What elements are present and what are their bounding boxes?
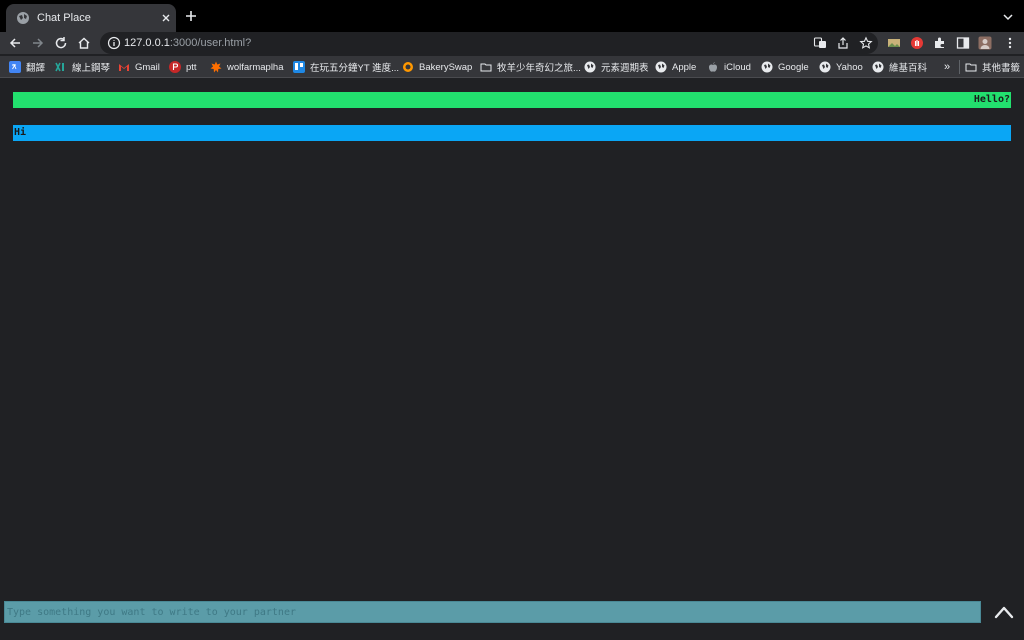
- reload-icon[interactable]: [53, 35, 69, 51]
- home-icon[interactable]: [76, 35, 92, 51]
- bookmarks-divider: [959, 60, 960, 74]
- forward-icon[interactable]: [30, 35, 46, 51]
- apple-icon: [708, 62, 718, 72]
- bookmark-gmail[interactable]: Gmail: [118, 60, 160, 74]
- tab-strip: Chat Place: [0, 0, 1024, 32]
- info-icon[interactable]: [107, 36, 121, 50]
- profile-avatar-icon[interactable]: [978, 36, 992, 50]
- menu-icon[interactable]: [1003, 36, 1017, 50]
- folder-icon: [965, 63, 977, 72]
- url-path: :3000/user.html?: [169, 37, 252, 49]
- star-icon[interactable]: [859, 36, 873, 50]
- share-icon[interactable]: [836, 36, 850, 50]
- message-input[interactable]: [5, 602, 980, 623]
- address-bar[interactable]: 127.0.0.1:3000/user.html?: [100, 32, 878, 54]
- new-tab-icon[interactable]: [183, 8, 199, 24]
- translate-icon: [9, 61, 21, 73]
- bookmark-yahoo[interactable]: Yahoo: [819, 60, 863, 74]
- url-host: 127.0.0.1: [124, 37, 170, 49]
- bookmark-icloud[interactable]: iCloud: [707, 60, 751, 74]
- bookmark-translate[interactable]: 翻譯: [9, 60, 45, 74]
- adblock-icon[interactable]: [910, 36, 924, 50]
- chat-page: Hello? Hi: [0, 79, 1024, 640]
- trello-icon: [293, 61, 305, 73]
- globe-icon: [872, 61, 884, 73]
- chevron-up-icon[interactable]: [994, 605, 1014, 619]
- side-panel-icon[interactable]: [956, 36, 970, 50]
- globe-icon: [584, 61, 596, 73]
- message-composer: [4, 601, 981, 623]
- message-self: Hi: [13, 125, 1011, 141]
- bookmark-piano[interactable]: 線上鋼琴: [55, 60, 110, 74]
- gmail-icon: [119, 64, 129, 71]
- globe-icon: [655, 61, 667, 73]
- puzzle-icon[interactable]: [933, 36, 947, 50]
- message-partner: Hello?: [13, 92, 1011, 108]
- toolbar: 127.0.0.1:3000/user.html?: [0, 32, 1024, 54]
- bookmark-bakeryswap[interactable]: BakerySwap: [402, 60, 472, 74]
- chevron-down-icon[interactable]: [1001, 10, 1015, 24]
- bookmark-periodic-table[interactable]: 元素週期表: [584, 60, 649, 74]
- close-icon[interactable]: [159, 11, 173, 25]
- other-bookmarks[interactable]: 其他書籤: [965, 60, 1020, 74]
- piano-icon: [55, 62, 64, 72]
- bakeryswap-icon: [403, 62, 413, 72]
- bookmark-ptt[interactable]: ptt: [169, 60, 197, 74]
- wolfram-icon: [210, 61, 222, 73]
- translate-icon[interactable]: [813, 36, 827, 50]
- folder-icon: [480, 63, 492, 72]
- bookmark-wikipedia[interactable]: 維基百科: [872, 60, 927, 74]
- globe-icon: [761, 61, 773, 73]
- ptt-icon: [169, 61, 181, 73]
- tab-title: Chat Place: [37, 12, 91, 24]
- globe-icon: [17, 12, 29, 24]
- bookmarks-overflow-button[interactable]: »: [944, 60, 950, 74]
- bookmark-folder[interactable]: 牧羊少年奇幻之旅...: [480, 60, 581, 74]
- bookmark-wolfram[interactable]: wolfarmaplha: [210, 60, 284, 74]
- bookmark-apple[interactable]: Apple: [655, 60, 696, 74]
- tab-chat-place[interactable]: Chat Place: [6, 4, 176, 32]
- back-icon[interactable]: [7, 35, 23, 51]
- globe-icon: [819, 61, 831, 73]
- bookmark-trello[interactable]: 在玩五分鐘YT 進度...: [293, 60, 399, 74]
- bookmark-google[interactable]: Google: [761, 60, 809, 74]
- url-text: 127.0.0.1:3000/user.html?: [124, 36, 251, 50]
- bookmarks-bar: 翻譯 線上鋼琴 Gmail ptt wolfarmaplha 在玩五分鐘YT 進…: [0, 56, 1024, 78]
- image-extension-icon[interactable]: [887, 36, 901, 50]
